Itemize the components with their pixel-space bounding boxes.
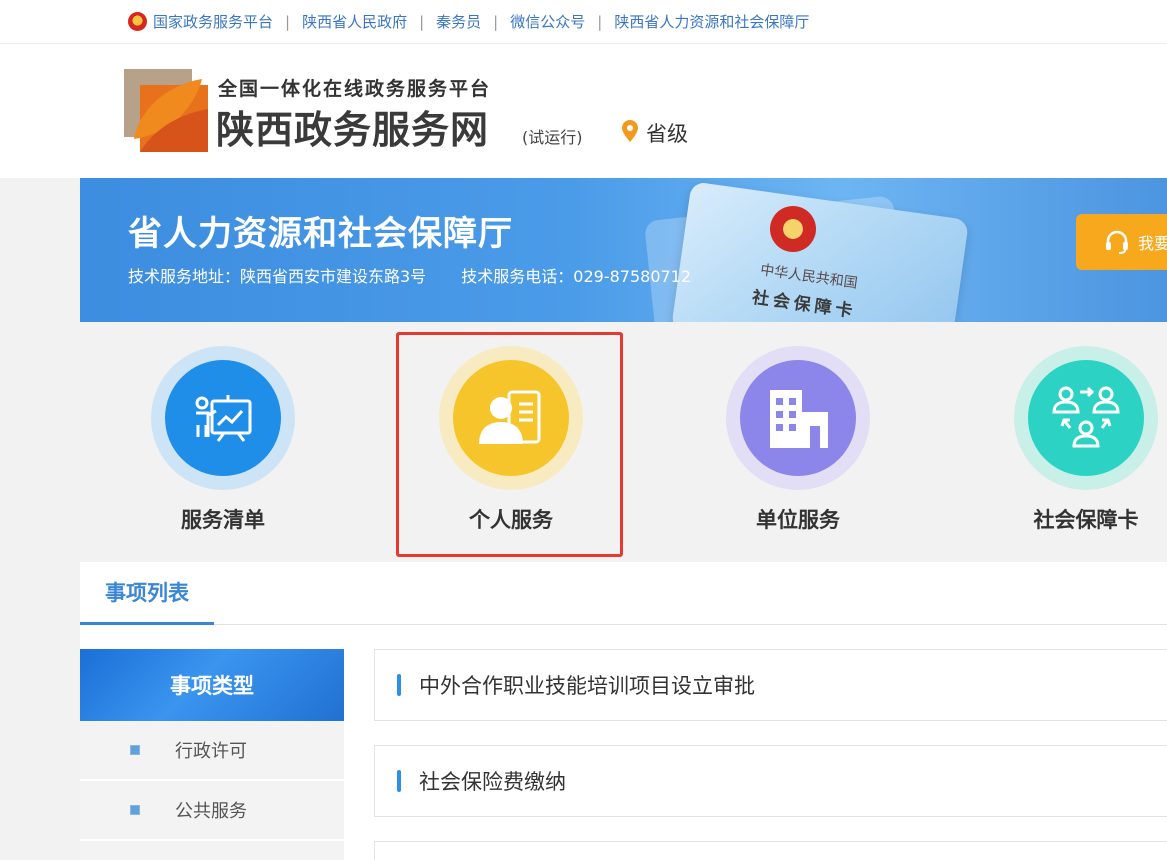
tab-bar: 事项列表 [80,562,1167,625]
selection-highlight-box [396,332,623,557]
sidebar-item-label: 行政许可 [175,741,247,762]
site-header: 全国一体化在线政务服务平台 陕西政务服务网 (试运行) 省级 [0,44,1167,178]
sidebar-item-label: 公共服务 [175,801,247,822]
card-emblem-icon [770,206,816,252]
row-accent-bar [397,674,401,696]
national-emblem-icon [128,12,147,31]
service-categories: 服务清单 个人服务 单位服务 社会保障卡 [80,322,1167,562]
item-type-header: 事项类型 [80,649,344,721]
people-exchange-icon [1052,386,1120,448]
link-shaanxi-government[interactable]: 陕西省人民政府 [302,11,407,32]
link-qinwuyuan[interactable]: 秦务员 [436,11,481,32]
list-item[interactable]: 中外合作职业技能培训项目设立审批 [374,649,1167,721]
sidebar-item-public-service[interactable]: 公共服务 [80,781,344,839]
headset-icon [1106,230,1128,254]
trial-label: (试运行) [522,128,583,147]
arrow-square-icon [130,805,140,815]
link-hrss-department[interactable]: 陕西省人力资源和社会保障厅 [614,11,809,32]
service-phone: 技术服务电话：029-87580712 [461,267,692,286]
site-logo-icon[interactable] [124,69,208,152]
social-security-card-label: 社会保障卡 [1033,508,1139,532]
sidebar-item-administrative-license[interactable]: 行政许可 [80,721,344,779]
location-pin-icon[interactable] [622,120,638,142]
location-selector[interactable]: 省级 [646,118,688,148]
item-list-section: 事项类型 行政许可 公共服务 中外合作职业技能培训项目设立审批 社会保险费缴纳 [80,625,1167,860]
arrow-square-icon [130,745,140,755]
list-item-title: 社会保险费缴纳 [419,770,566,794]
brand-subtitle: 全国一体化在线政务服务平台 [218,78,492,100]
department-banner: 中华人民共和国 社会保障卡 省人力资源和社会保障厅 技术服务地址：陕西省西安市建… [80,178,1167,322]
top-nav-bar: 国家政务服务平台 | 陕西省人民政府 | 秦务员 | 微信公众号 | 陕西省人力… [0,0,1167,44]
list-item-partial [374,841,1167,860]
unit-service-button[interactable]: 单位服务 [723,346,873,534]
department-title: 省人力资源和社会保障厅 [128,214,513,254]
tab-item-list[interactable]: 事项列表 [80,562,214,625]
help-button[interactable]: 我要 [1076,214,1167,270]
presentation-icon [195,395,252,442]
service-list-button[interactable]: 服务清单 [148,346,298,534]
social-security-card-button[interactable]: 社会保障卡 [1011,346,1161,534]
service-list-label: 服务清单 [181,508,265,532]
brand-title[interactable]: 陕西政务服务网 [216,99,489,154]
department-info: 技术服务地址：陕西省西安市建设东路3号 技术服务电话：029-87580712 [128,263,691,287]
building-icon [770,390,828,448]
help-button-label: 我要 [1138,234,1167,253]
list-item[interactable]: 社会保险费缴纳 [374,745,1167,817]
service-address: 技术服务地址：陕西省西安市建设东路3号 [128,267,427,286]
list-item-title: 中外合作职业技能培训项目设立审批 [419,674,755,698]
link-national-platform[interactable]: 国家政务服务平台 [153,11,273,32]
link-wechat-account[interactable]: 微信公众号 [510,11,585,32]
sidebar-item-partial [80,841,344,860]
unit-service-label: 单位服务 [756,508,840,532]
row-accent-bar [397,770,401,792]
top-links: 国家政务服务平台 | 陕西省人民政府 | 秦务员 | 微信公众号 | 陕西省人力… [128,11,809,32]
